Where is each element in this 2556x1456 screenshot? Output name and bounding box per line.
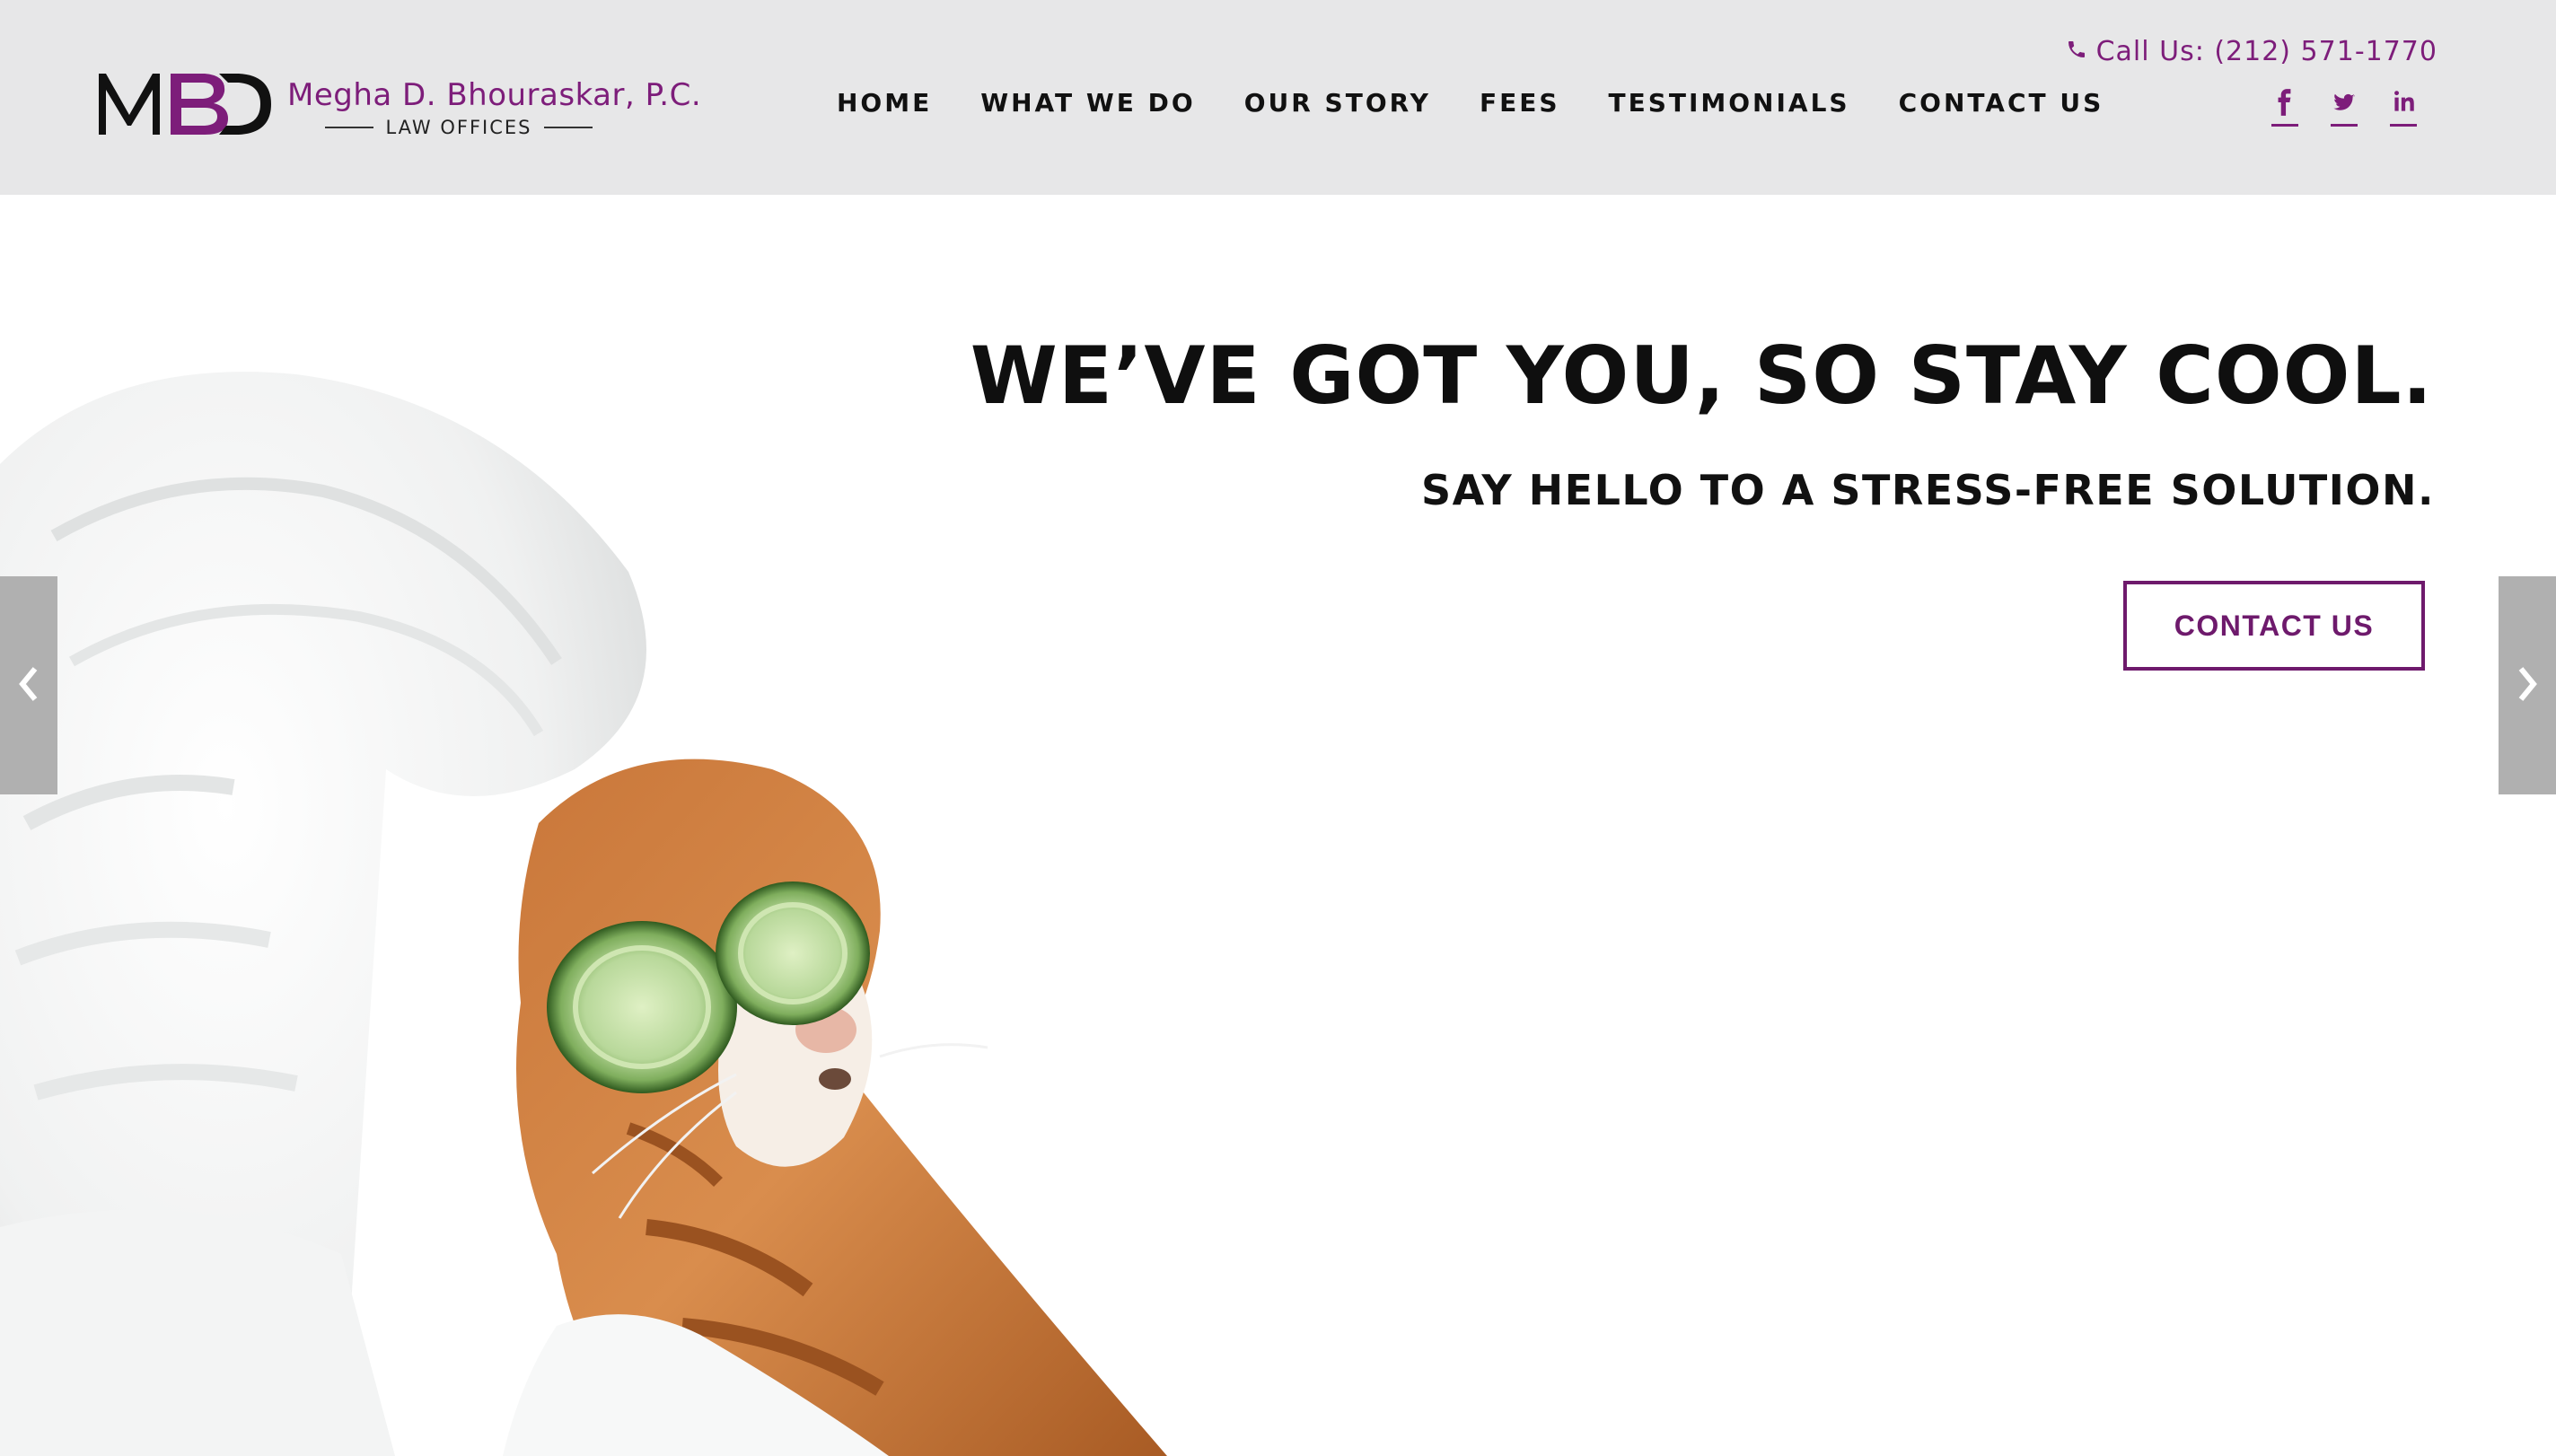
nav-item-our-story[interactable]: OUR STORY bbox=[1244, 88, 1431, 118]
tagline-rule-right bbox=[544, 127, 593, 128]
tagline-text: LAW OFFICES bbox=[385, 117, 532, 138]
nav-item-fees[interactable]: FEES bbox=[1480, 88, 1560, 118]
hero-subhead: SAY HELLO TO A STRESS-FREE SOLUTION. bbox=[1421, 466, 2435, 514]
brand-tagline: LAW OFFICES bbox=[325, 117, 593, 138]
brand-logo[interactable] bbox=[93, 68, 273, 138]
main-nav: HOME WHAT WE DO OUR STORY FEES TESTIMONI… bbox=[837, 88, 2104, 118]
tagline-rule-left bbox=[325, 127, 373, 128]
hero-contact-button[interactable]: CONTACT US bbox=[2123, 581, 2425, 671]
mbd-logo-mark bbox=[99, 74, 271, 135]
hero-slider: WE’VE GOT YOU, SO STAY COOL. SAY HELLO T… bbox=[0, 195, 2556, 1456]
slider-prev-button[interactable] bbox=[0, 576, 57, 794]
nav-item-home[interactable]: HOME bbox=[837, 88, 932, 118]
hero-headline: WE’VE GOT YOU, SO STAY COOL. bbox=[970, 329, 2433, 422]
slider-next-button[interactable] bbox=[2499, 576, 2556, 794]
nav-item-contact-us[interactable]: CONTACT US bbox=[1899, 88, 2104, 118]
nav-item-what-we-do[interactable]: WHAT WE DO bbox=[980, 88, 1195, 118]
chevron-left-icon bbox=[15, 665, 42, 706]
chevron-right-icon bbox=[2514, 665, 2541, 706]
phone-label: Call Us: (212) 571-1770 bbox=[2095, 36, 2437, 67]
social-links bbox=[2271, 88, 2417, 127]
site-header: Megha D. Bhouraskar, P.C. LAW OFFICES HO… bbox=[0, 0, 2556, 195]
nav-item-testimonials[interactable]: TESTIMONIALS bbox=[1608, 88, 1849, 118]
facebook-icon[interactable] bbox=[2271, 88, 2298, 127]
linkedin-icon[interactable] bbox=[2390, 88, 2417, 127]
twitter-icon[interactable] bbox=[2331, 88, 2358, 127]
brand-name[interactable]: Megha D. Bhouraskar, P.C. bbox=[287, 77, 701, 113]
phone-icon bbox=[2066, 36, 2087, 67]
phone-link[interactable]: Call Us: (212) 571-1770 bbox=[2066, 36, 2437, 67]
